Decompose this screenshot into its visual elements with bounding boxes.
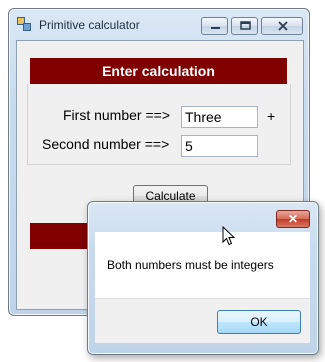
minimize-button[interactable]	[201, 17, 228, 35]
second-number-input[interactable]	[181, 135, 258, 157]
close-button[interactable]	[261, 17, 303, 35]
first-number-input[interactable]	[181, 106, 258, 128]
minimize-icon	[202, 18, 227, 34]
ok-button[interactable]: OK	[217, 310, 301, 334]
message-body: Both numbers must be integers	[95, 232, 310, 298]
message-footer: OK	[95, 298, 310, 343]
message-box: ✕ Both numbers must be integers OK	[87, 201, 319, 355]
first-number-label: First number ==>	[63, 107, 170, 123]
message-text: Both numbers must be integers	[107, 258, 274, 272]
maximize-button[interactable]	[231, 17, 258, 35]
calculation-header: Enter calculation	[30, 58, 287, 84]
close-icon: ✕	[287, 212, 299, 226]
maximize-icon	[232, 18, 257, 34]
second-number-label: Second number ==>	[42, 136, 170, 152]
message-close-button[interactable]: ✕	[276, 210, 310, 228]
mouse-cursor-icon	[222, 225, 236, 246]
window-title: Primitive calculator	[39, 18, 140, 32]
app-icon	[17, 17, 31, 31]
operator-label: +	[267, 108, 276, 124]
close-icon	[262, 18, 302, 34]
